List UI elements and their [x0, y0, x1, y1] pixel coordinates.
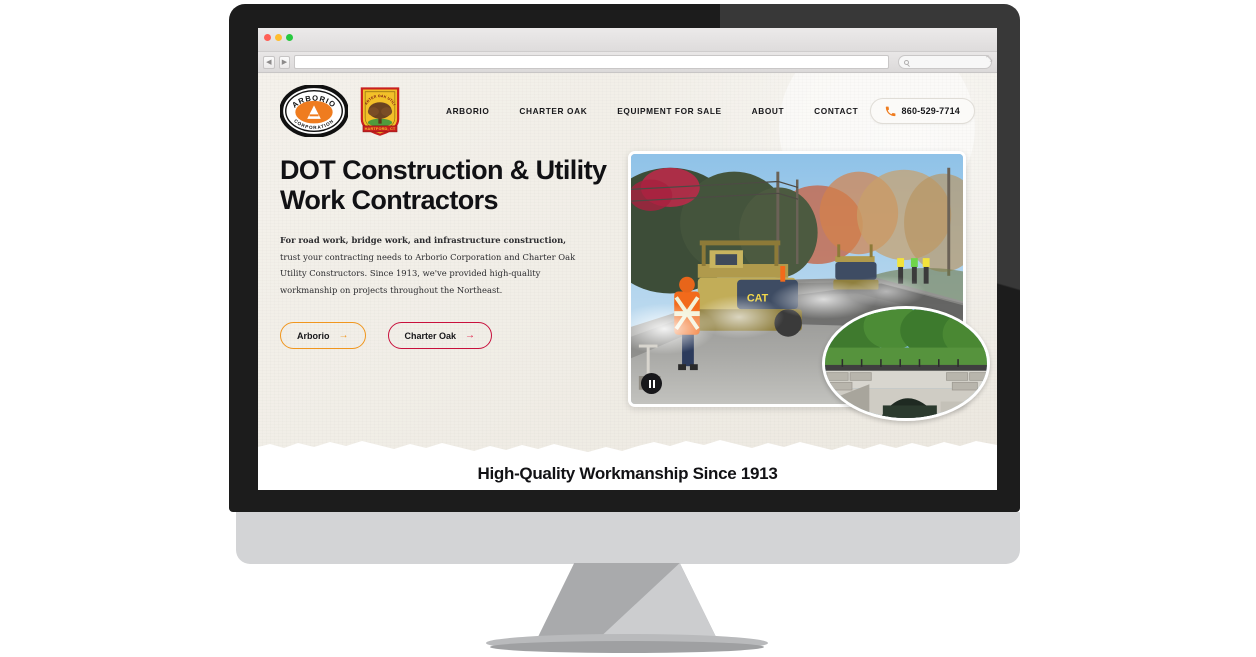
nav-item-charter-oak[interactable]: CHARTER OAK: [519, 106, 587, 116]
resize-corner-icon[interactable]: ⤡: [986, 55, 994, 63]
monitor-chin: [236, 512, 1020, 564]
search-icon: [904, 59, 910, 65]
browser-search-field[interactable]: [898, 55, 992, 69]
hero-text-column: DOT Construction & Utility Work Contract…: [280, 151, 610, 407]
arrow-right-icon: →: [465, 329, 476, 341]
back-button[interactable]: ◀: [263, 55, 275, 69]
nav-item-arborio[interactable]: ARBORIO: [446, 106, 489, 116]
pause-button[interactable]: [641, 373, 662, 394]
hero-section: ARBORIO CORPORATION CHARTER OAK UTILITY: [258, 73, 997, 459]
minimize-window-button[interactable]: [275, 34, 282, 41]
hero-body: DOT Construction & Utility Work Contract…: [258, 137, 997, 421]
tagline-text: High-Quality Workmanship Since 1913: [477, 463, 778, 483]
main-navigation: ARBORIO CHARTER OAK EQUIPMENT FOR SALE A…: [446, 106, 858, 116]
phone-number-label: 860-529-7714: [901, 106, 960, 116]
back-icon: ◀: [266, 58, 272, 66]
page-title: DOT Construction & Utility Work Contract…: [280, 155, 607, 216]
forward-button[interactable]: ▶: [278, 55, 291, 69]
arborio-cta-label: Arborio: [297, 330, 330, 341]
browser-window: ◀ ▶ ⤡ ARBORIO CORPORATION ARTER OAK UTIL…: [258, 28, 997, 490]
hero-media-column: CAT: [628, 151, 990, 421]
monitor-mockup: ◀ ▶ ⤡ ARBORIO CORPORATION ARTER OAK UTIL…: [0, 0, 1256, 657]
charter-oak-cta-button[interactable]: Charter Oak →: [387, 322, 493, 350]
nav-item-about[interactable]: ABOUT: [752, 106, 785, 116]
address-bar[interactable]: [294, 55, 890, 69]
window-controls[interactable]: [264, 34, 293, 41]
phone-icon: [885, 106, 895, 116]
svg-text:HARTFORD, CT: HARTFORD, CT: [365, 127, 396, 131]
hero-paragraph-rest: trust your contracting needs to Arborio …: [280, 251, 576, 295]
browser-toolbar: ◀ ▶ ⤡: [258, 52, 997, 73]
arborio-logo[interactable]: ARBORIO CORPORATION: [280, 85, 348, 137]
nav-item-equipment-for-sale[interactable]: EQUIPMENT FOR SALE: [617, 106, 721, 116]
hero-cta-group: Arborio → Charter Oak →: [280, 322, 610, 350]
charter-oak-logo[interactable]: CHARTER OAK UTILITY HARTFORD, CT: [358, 85, 402, 137]
bridge-inset-image[interactable]: [822, 306, 990, 421]
web-page: ARBORIO CORPORATION CHARTER OAK UTILITY: [258, 73, 997, 489]
monitor-stand-base-shadow: [490, 641, 764, 653]
torn-paper-divider: [258, 440, 997, 459]
tagline-band: High-Quality Workmanship Since 1913: [258, 458, 997, 489]
forward-icon: ▶: [281, 58, 288, 66]
nav-item-contact[interactable]: CONTACT: [814, 106, 858, 116]
hero-paragraph-lead: For road work, bridge work, and infrastr…: [280, 235, 567, 246]
pause-bar-right: [652, 379, 655, 388]
hero-paragraph: For road work, bridge work, and infrastr…: [280, 232, 580, 298]
site-header: ARBORIO CORPORATION CHARTER OAK UTILITY: [258, 73, 997, 137]
browser-title-bar: [258, 28, 997, 52]
charter-oak-cta-label: Charter Oak: [404, 330, 457, 341]
close-window-button[interactable]: [264, 34, 271, 41]
pause-bar-left: [648, 379, 651, 388]
arborio-cta-button[interactable]: Arborio →: [280, 322, 366, 350]
stone-bridge-photo: [825, 309, 987, 418]
maximize-window-button[interactable]: [286, 34, 293, 41]
arrow-right-icon: →: [338, 329, 349, 341]
phone-button[interactable]: 860-529-7714: [869, 98, 975, 124]
